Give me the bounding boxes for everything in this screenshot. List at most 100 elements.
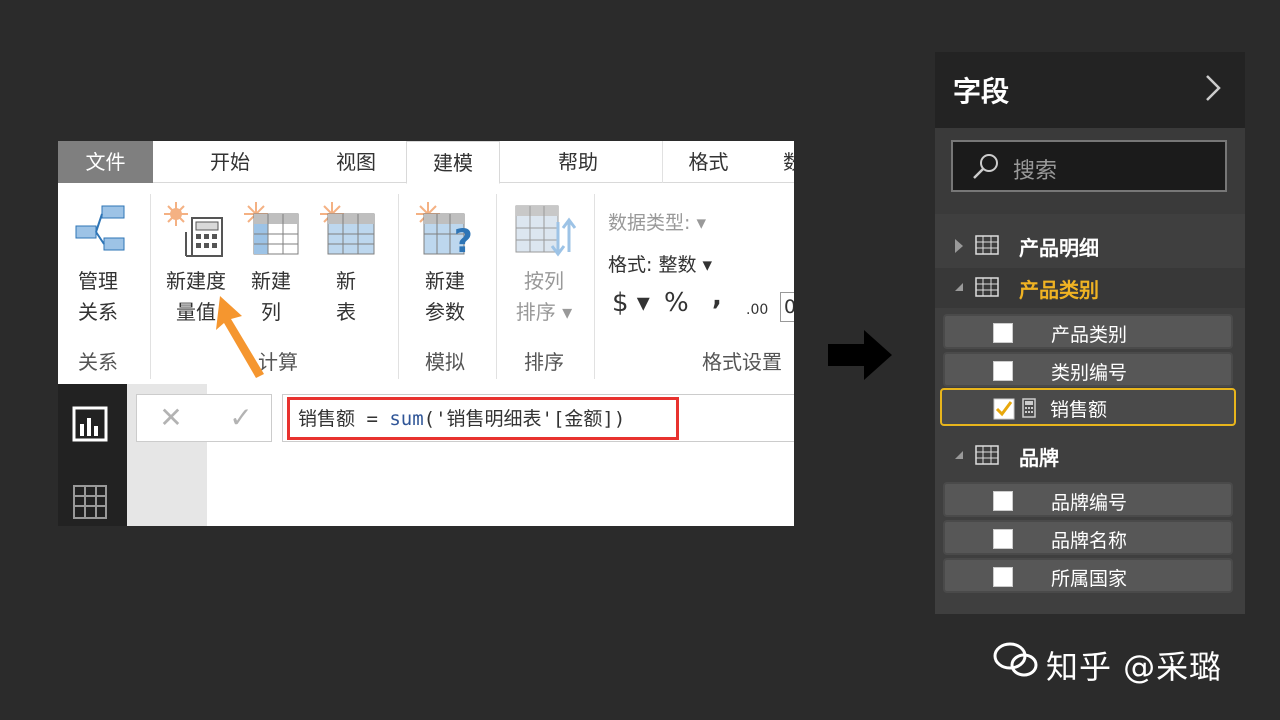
fields-pane: 字段 搜索 产品明细 产品类别 产品类别 类别编号 销售额 品牌 品牌编号 品牌… — [935, 52, 1245, 614]
new-parameter-button[interactable]: 新建 参数 — [410, 266, 480, 328]
cancel-formula-button[interactable]: ✕ — [151, 401, 191, 435]
field-item-category-id[interactable]: 类别编号 — [943, 352, 1233, 387]
field-checkbox[interactable] — [993, 491, 1013, 511]
manage-relations-label-1: 管理 — [78, 269, 118, 293]
manage-relations-button[interactable]: 管理 关系 — [66, 266, 130, 328]
new-parameter-icon: ? — [416, 202, 473, 260]
formula-measure-name: 销售额 = — [298, 408, 390, 430]
search-area: 搜索 — [935, 128, 1245, 214]
percent-format-button[interactable]: % — [664, 288, 689, 318]
new-parameter-label-2: 参数 — [425, 300, 465, 324]
new-column-icon — [244, 202, 299, 255]
field-checkbox[interactable] — [993, 323, 1013, 343]
expand-triangle-icon — [955, 239, 963, 253]
tab-help[interactable]: 帮助 — [534, 141, 622, 183]
formula-buttons: ✕ ✓ — [136, 394, 272, 442]
view-switcher — [58, 384, 127, 526]
table-icon — [975, 445, 999, 465]
field-checkbox[interactable] — [993, 361, 1013, 381]
new-measure-label-1: 新建度 — [166, 269, 226, 293]
svg-text:?: ? — [454, 222, 473, 260]
search-icon — [973, 154, 998, 179]
field-name: 所属国家 — [1051, 568, 1128, 590]
tab-view[interactable]: 视图 — [312, 141, 400, 183]
currency-format-button[interactable]: $ ▾ — [612, 288, 650, 318]
ribbon-screenshot: 文件 开始 视图 建模 帮助 格式 数 管理 关系 关系 新建度 量值 新建 列… — [58, 141, 794, 526]
group-label-relations: 关系 — [78, 350, 118, 374]
annotation-arrow — [216, 296, 264, 378]
field-item-brand-name[interactable]: 品牌名称 — [943, 520, 1233, 555]
tab-file[interactable]: 文件 — [58, 141, 153, 183]
formula-text: 销售额 = sum('销售明细表'[金额]) — [298, 404, 625, 431]
table-item-product-detail[interactable]: 产品明细 — [935, 226, 1245, 266]
search-placeholder: 搜索 — [1013, 159, 1058, 184]
new-table-label-1: 新 — [336, 269, 356, 293]
table-name: 品牌 — [1019, 446, 1059, 470]
comma-format-button[interactable]: , — [712, 282, 722, 312]
new-measure-icon — [164, 202, 223, 257]
formula-argument: ('销售明细表'[金额]) — [423, 408, 626, 430]
formula-function: sum — [389, 408, 424, 430]
field-name: 类别编号 — [1051, 362, 1128, 384]
sort-by-column-label-1: 按列 — [524, 269, 564, 293]
data-view-icon[interactable] — [72, 484, 108, 520]
sort-by-column-icon — [515, 205, 576, 257]
commit-formula-button[interactable]: ✓ — [221, 401, 261, 435]
table-icon — [975, 235, 999, 255]
fields-header: 字段 — [935, 52, 1245, 128]
field-name: 品牌名称 — [1051, 530, 1128, 552]
new-column-label-1: 新建 — [251, 269, 291, 293]
table-item-product-category[interactable]: 产品类别 — [935, 268, 1245, 308]
group-divider — [398, 194, 399, 379]
sort-by-column-button[interactable]: 按列 排序 ▾ — [504, 266, 584, 328]
group-label-sort: 排序 — [524, 350, 564, 374]
formula-area: ✕ ✓ 销售额 = sum('销售明细表'[金额]) — [58, 384, 794, 526]
group-divider — [496, 194, 497, 379]
data-type-dropdown[interactable]: 数据类型: ▾ — [608, 208, 706, 235]
group-label-whatif: 模拟 — [425, 350, 465, 374]
decimal-places-icon: .00 — [746, 302, 769, 318]
table-name: 产品明细 — [1019, 236, 1099, 260]
tab-data-partial[interactable]: 数 — [778, 141, 794, 183]
new-table-button[interactable]: 新 表 — [314, 266, 378, 328]
new-table-icon — [320, 202, 375, 255]
watermark-text: 知乎 @采璐 — [1046, 648, 1223, 686]
decimal-places-input[interactable]: 0 — [780, 292, 794, 322]
field-checkbox[interactable] — [993, 567, 1013, 587]
ribbon-groups: 管理 关系 关系 新建度 量值 新建 列 新 表 计算 ? 新建 参数 模拟 按… — [58, 184, 794, 384]
field-item-sales-measure[interactable]: 销售额 — [940, 388, 1236, 426]
search-input[interactable]: 搜索 — [951, 140, 1227, 192]
fields-list: 产品明细 产品类别 产品类别 类别编号 销售额 品牌 品牌编号 品牌名称 所属国… — [935, 214, 1245, 614]
field-item-product-category[interactable]: 产品类别 — [943, 314, 1233, 349]
checked-checkbox-icon[interactable] — [993, 398, 1015, 420]
chevron-right-icon[interactable] — [1203, 74, 1223, 102]
tab-home[interactable]: 开始 — [186, 141, 274, 183]
new-table-label-2: 表 — [336, 300, 356, 324]
group-divider — [150, 194, 151, 379]
field-item-brand-id[interactable]: 品牌编号 — [943, 482, 1233, 517]
format-dropdown[interactable]: 格式: 整数 ▾ — [608, 250, 712, 277]
collapse-triangle-icon — [955, 451, 963, 459]
field-checkbox[interactable] — [993, 529, 1013, 549]
fields-title: 字段 — [953, 75, 1010, 108]
sort-by-column-label-2: 排序 ▾ — [515, 300, 573, 324]
field-name: 品牌编号 — [1051, 492, 1128, 514]
manage-relations-label-2: 关系 — [78, 300, 118, 324]
table-item-brand[interactable]: 品牌 — [935, 436, 1245, 476]
arrow-right-icon — [828, 330, 892, 380]
group-label-formatting: 格式设置 — [702, 350, 782, 374]
manage-relationships-icon — [75, 205, 125, 251]
tab-format[interactable]: 格式 — [662, 141, 754, 183]
collapse-triangle-icon — [955, 283, 963, 291]
new-parameter-label-1: 新建 — [425, 269, 465, 293]
ribbon-tabs: 文件 开始 视图 建模 帮助 格式 数 — [58, 141, 794, 184]
calculator-icon — [1022, 398, 1036, 418]
field-name: 销售额 — [1050, 399, 1108, 421]
field-name: 产品类别 — [1051, 324, 1128, 346]
table-name: 产品类别 — [1019, 278, 1099, 302]
report-view-icon[interactable] — [72, 406, 108, 442]
field-item-country[interactable]: 所属国家 — [943, 558, 1233, 593]
wechat-logo-icon — [993, 642, 1038, 677]
group-divider — [594, 194, 595, 379]
tab-modeling[interactable]: 建模 — [406, 141, 500, 184]
